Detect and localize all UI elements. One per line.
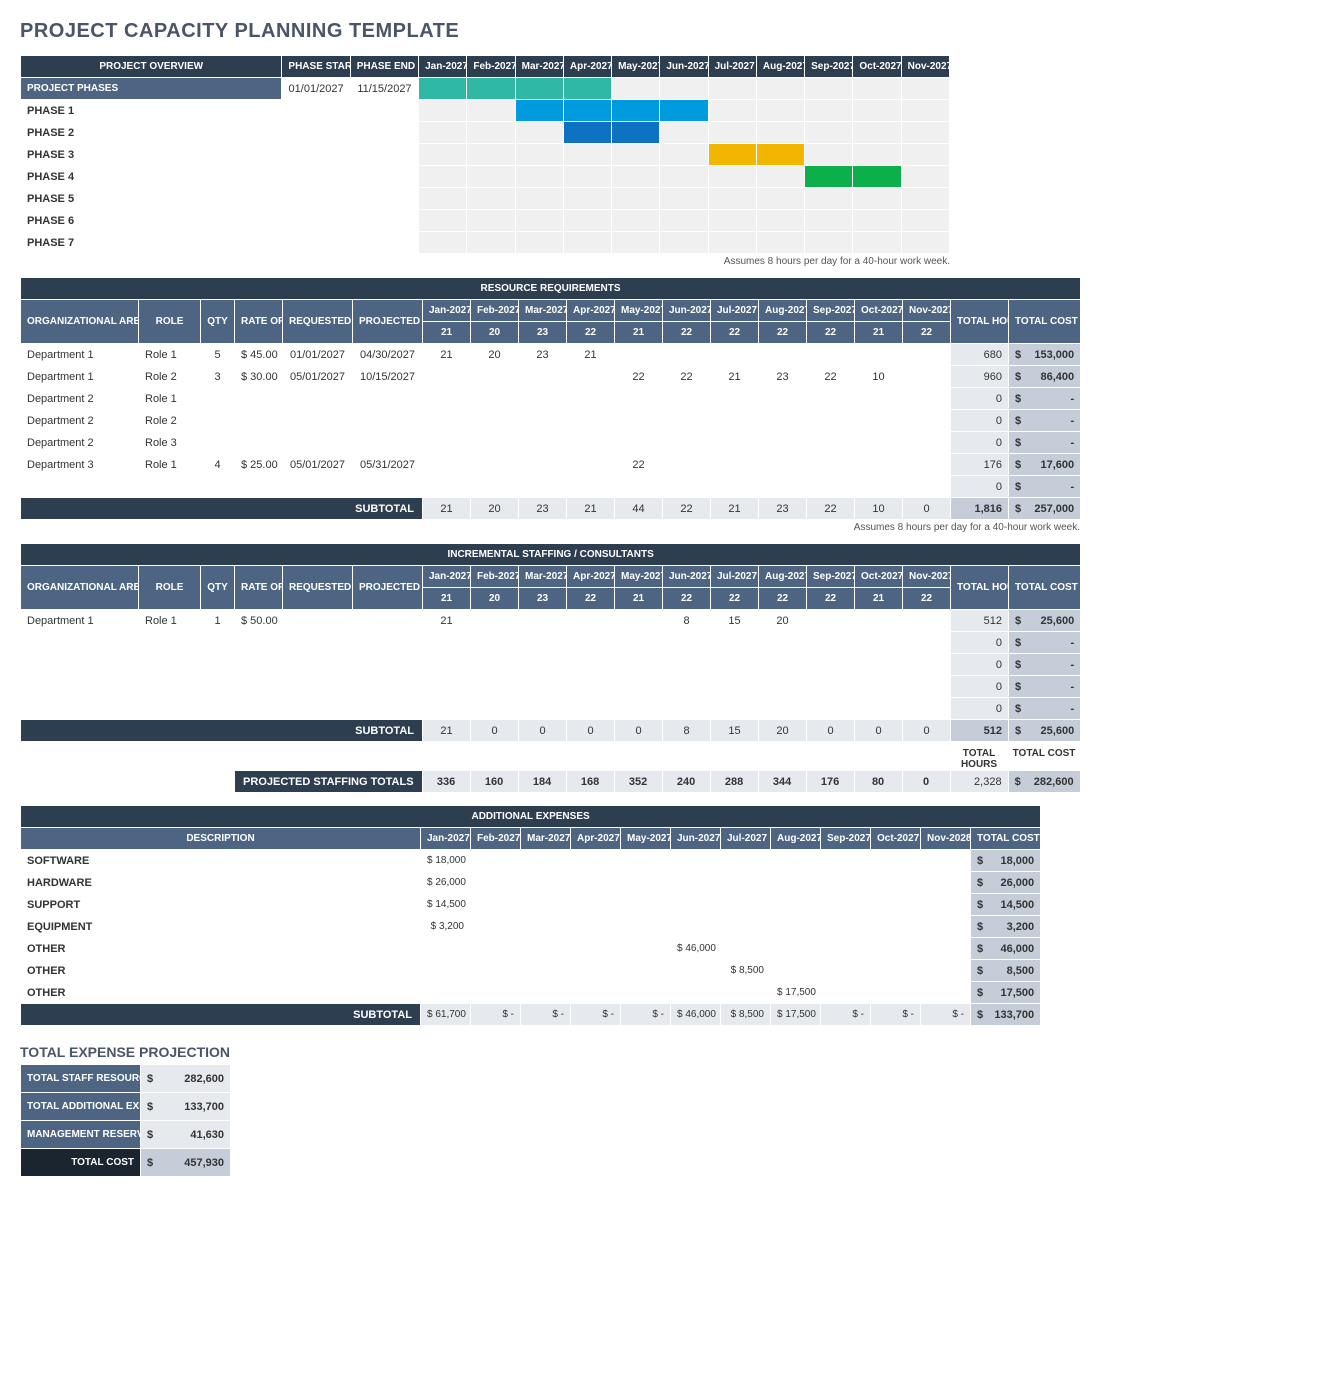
- projection-table: TOTAL STAFF RESOURCE$282,600TOTAL ADDITI…: [20, 1064, 231, 1177]
- total-hours-label: TOTAL HOURS: [950, 748, 1008, 770]
- note-text: Assumes 8 hours per day for a 40-hour wo…: [20, 256, 950, 267]
- table-row: Department 1Role 23$ 30.0005/01/202710/1…: [21, 366, 1081, 388]
- resource-table: RESOURCE REQUIREMENTSORGANIZATIONAL AREA…: [20, 277, 1081, 520]
- table-row: 0$-: [21, 654, 1081, 676]
- overview-row: PHASE 7: [21, 232, 950, 254]
- expenses-table: ADDITIONAL EXPENSESDESCRIPTIONJan-2027Fe…: [20, 805, 1041, 1026]
- table-row: SUPPORT$ 14,500$14,500: [21, 894, 1041, 916]
- table-row: Department 1Role 11$ 50.002181520512$25,…: [21, 610, 1081, 632]
- table-row: Department 3Role 14$ 25.0005/01/202705/3…: [21, 454, 1081, 476]
- note-text-2: Assumes 8 hours per day for a 40-hour wo…: [20, 522, 1080, 533]
- table-row: HARDWARE$ 26,000$26,000: [21, 872, 1041, 894]
- staff-totals-table: PROJECTED STAFFING TOTALS336160184168352…: [20, 770, 1081, 793]
- overview-table: PROJECT OVERVIEWPHASE STARTPHASE ENDJan-…: [20, 55, 950, 254]
- table-row: Department 2Role 30$-: [21, 432, 1081, 454]
- table-row: MANAGEMENT RESERVE (10%)$41,630: [21, 1121, 231, 1149]
- table-row: 0$-: [21, 676, 1081, 698]
- table-row: Department 2Role 10$-: [21, 388, 1081, 410]
- table-row: SOFTWARE$ 18,000$18,000: [21, 850, 1041, 872]
- table-row: TOTAL ADDITIONAL EXPENSES$133,700: [21, 1093, 231, 1121]
- overview-row: PHASE 2: [21, 122, 950, 144]
- table-row: Department 1Role 15$ 45.0001/01/202704/3…: [21, 344, 1081, 366]
- table-row: OTHER$ 46,000$46,000: [21, 938, 1041, 960]
- table-row: 0$-: [21, 476, 1081, 498]
- table-row: TOTAL COST$457,930: [21, 1149, 231, 1177]
- table-row: EQUIPMENT$ 3,200$3,200: [21, 916, 1041, 938]
- page-title: PROJECT CAPACITY PLANNING TEMPLATE: [20, 20, 1298, 43]
- incremental-table: INCREMENTAL STAFFING / CONSULTANTSORGANI…: [20, 543, 1081, 742]
- projection-title: TOTAL EXPENSE PROJECTION: [20, 1044, 1298, 1060]
- table-row: 0$-: [21, 632, 1081, 654]
- overview-row: PHASE 5: [21, 188, 950, 210]
- total-cost-label: TOTAL COST: [1008, 748, 1080, 770]
- table-row: OTHER$ 17,500$17,500: [21, 982, 1041, 1004]
- overview-row: PROJECT PHASES01/01/202711/15/2027: [21, 78, 950, 100]
- table-row: 0$-: [21, 698, 1081, 720]
- table-row: OTHER$ 8,500$8,500: [21, 960, 1041, 982]
- table-row: TOTAL STAFF RESOURCE$282,600: [21, 1065, 231, 1093]
- overview-row: PHASE 3: [21, 144, 950, 166]
- overview-row: PHASE 6: [21, 210, 950, 232]
- overview-row: PHASE 1: [21, 100, 950, 122]
- table-row: Department 2Role 20$-: [21, 410, 1081, 432]
- overview-row: PHASE 4: [21, 166, 950, 188]
